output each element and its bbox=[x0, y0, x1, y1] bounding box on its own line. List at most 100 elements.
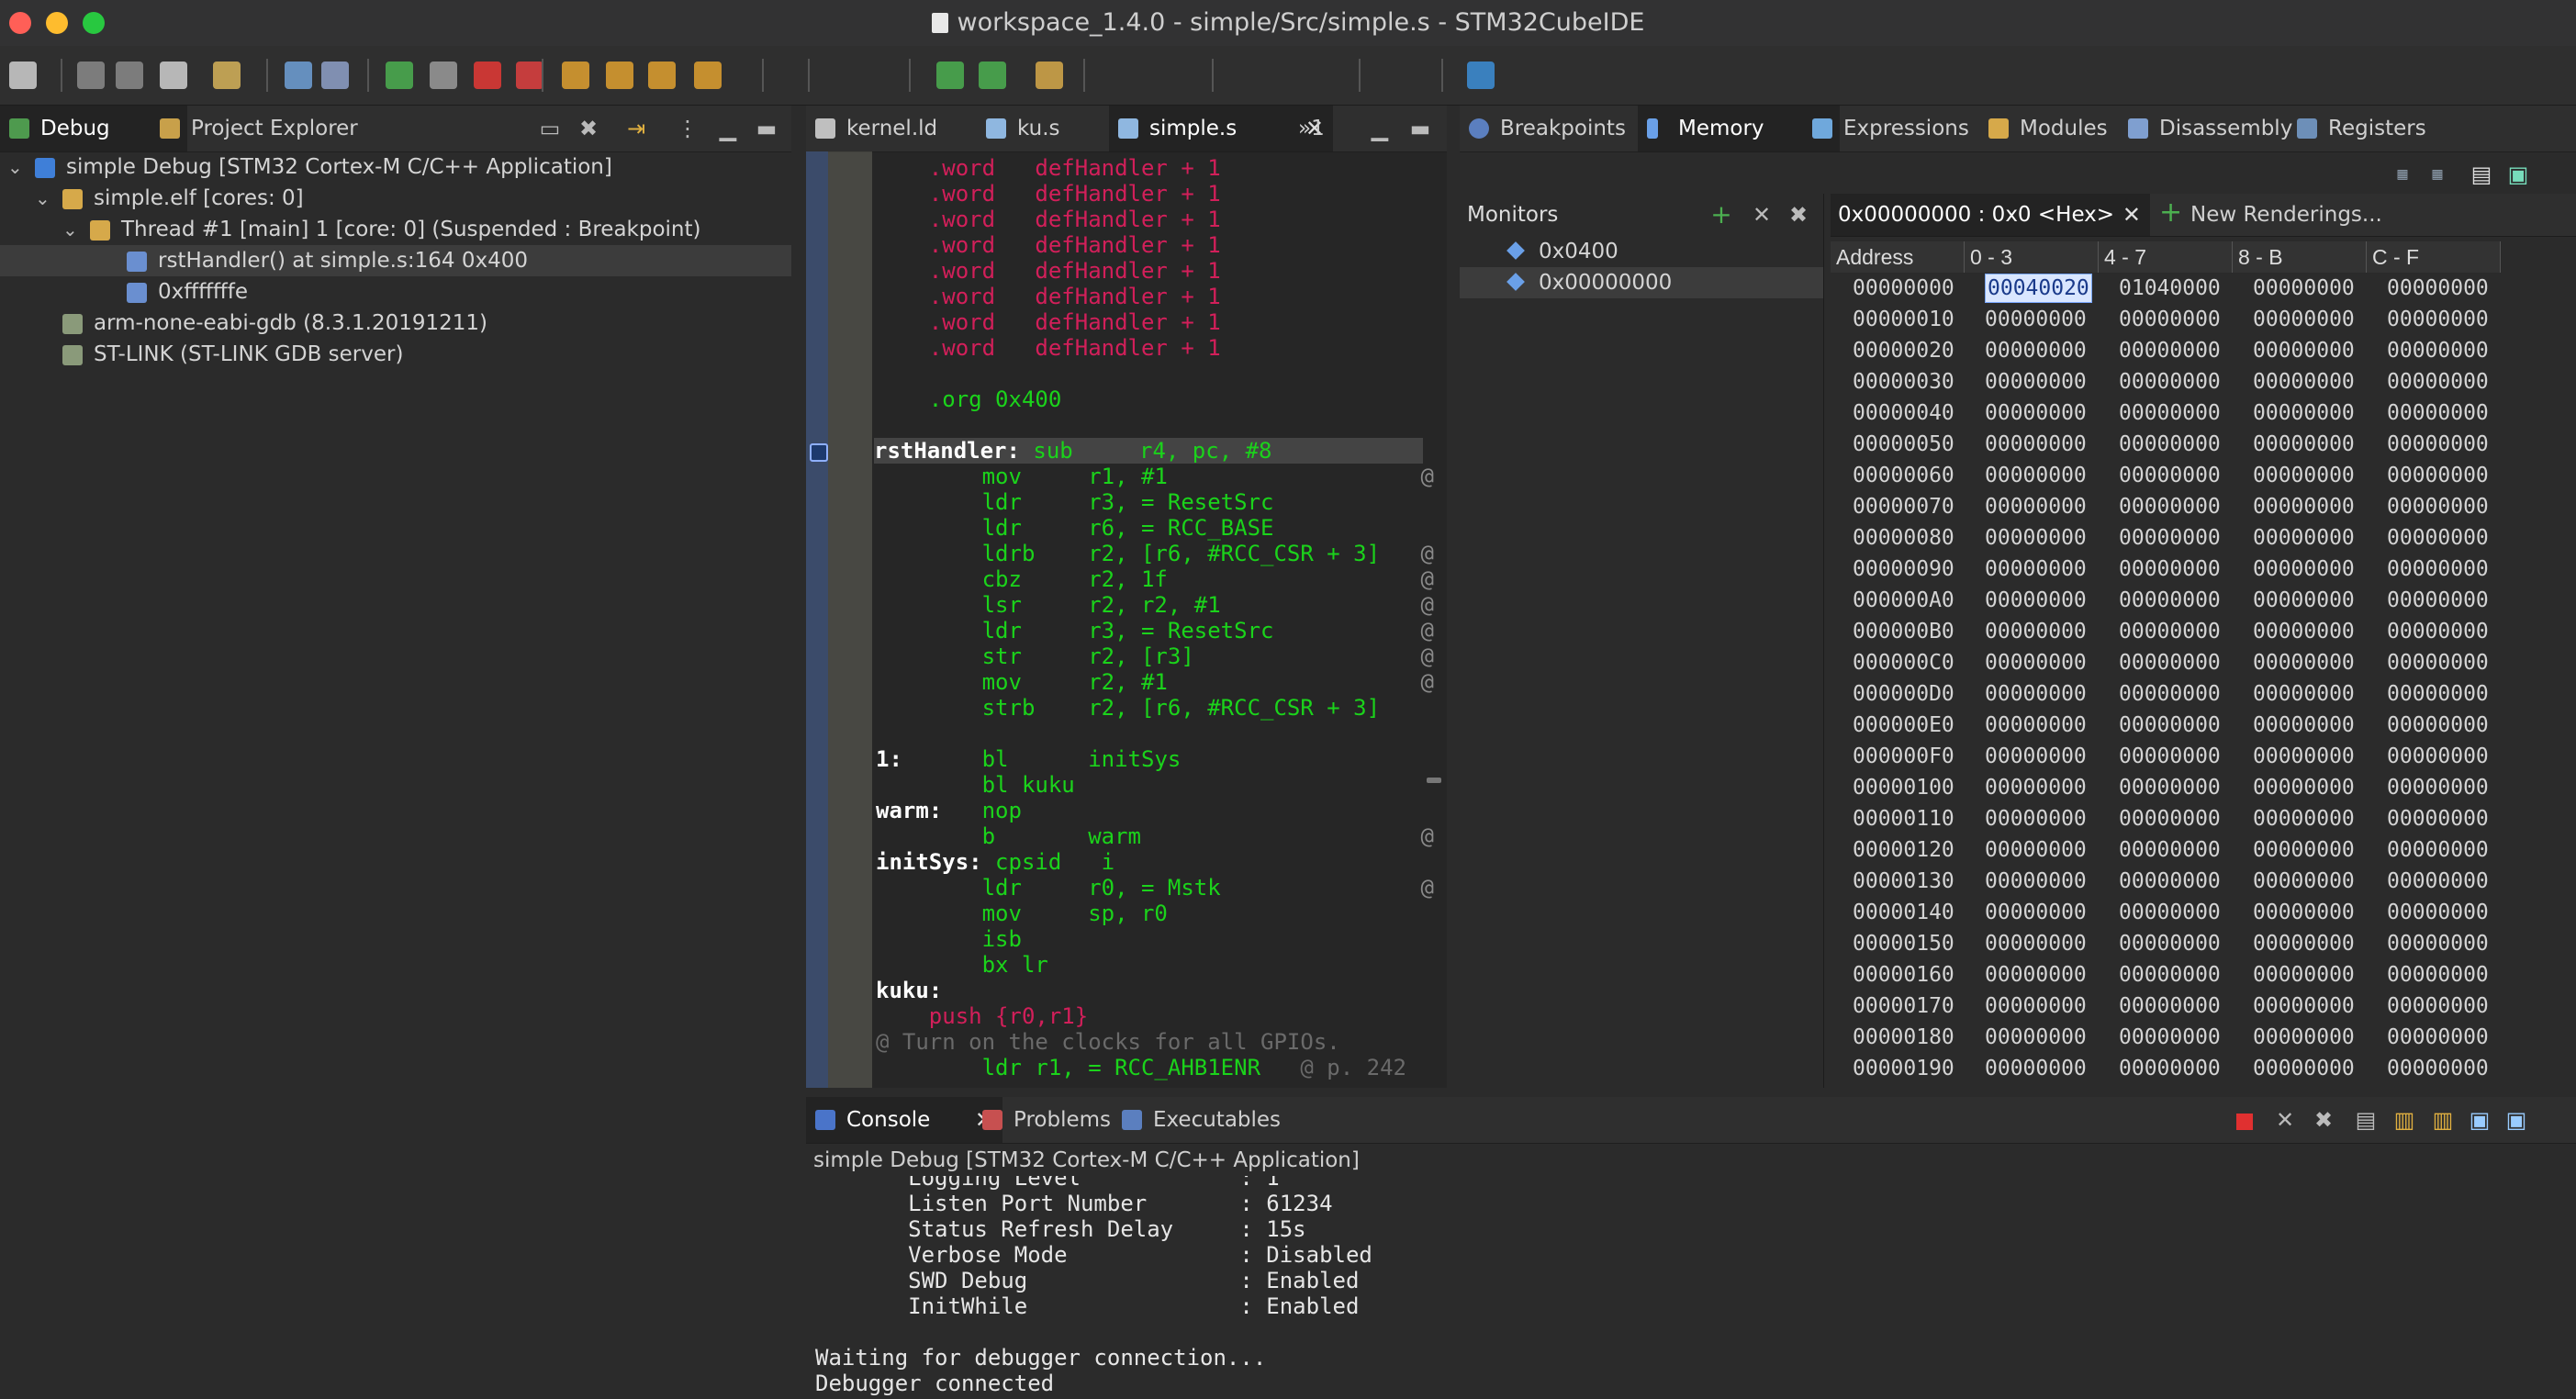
memory-value-cell[interactable]: 00000000 bbox=[2253, 273, 2355, 304]
step-over-icon[interactable]: step-over-icon bbox=[606, 62, 633, 89]
code-line[interactable]: rstHandler: sub r4, pc, #8 bbox=[874, 438, 1423, 464]
memory-value-cell[interactable]: 00000000 bbox=[1985, 1022, 2087, 1053]
memory-column-header[interactable]: 0 - 3 bbox=[1965, 241, 2099, 273]
memory-value-cell[interactable]: 00000000 bbox=[2387, 397, 2489, 429]
step-into-icon[interactable]: step-into-icon bbox=[562, 62, 589, 89]
memory-value-cell[interactable]: 00000000 bbox=[2119, 554, 2221, 585]
code-line[interactable]: .word defHandler + 1 bbox=[876, 309, 1221, 335]
memory-value-cell[interactable]: 00000000 bbox=[1985, 959, 2087, 990]
tab-executables[interactable]: Executables bbox=[1113, 1097, 1318, 1143]
memory-value-cell[interactable]: 00000000 bbox=[2387, 585, 2489, 616]
memory-value-cell[interactable]: 00000000 bbox=[2387, 834, 2489, 866]
code-line[interactable]: ldr r3, = ResetSrc bbox=[876, 489, 1274, 515]
refresh-icon[interactable]: refresh-icon bbox=[213, 62, 241, 89]
breakpoint-skip-icon[interactable]: breakpoint-skip-icon bbox=[321, 62, 349, 89]
memory-value-cell[interactable]: 00000000 bbox=[2387, 741, 2489, 772]
memory-value-cell[interactable]: 00000000 bbox=[2119, 522, 2221, 554]
memory-value-cell[interactable]: 00000000 bbox=[2253, 678, 2355, 710]
memory-value-cell[interactable]: 00000000 bbox=[2253, 1022, 2355, 1053]
memory-value-cell[interactable]: 00000000 bbox=[2387, 460, 2489, 491]
memory-value-cell[interactable]: 00000000 bbox=[1985, 554, 2087, 585]
new-icon[interactable]: new-icon bbox=[9, 62, 37, 89]
memory-value-cell[interactable]: 00000000 bbox=[2253, 959, 2355, 990]
memory-value-cell[interactable]: 00000000 bbox=[2119, 772, 2221, 803]
memory-value-cell[interactable]: 00000000 bbox=[2119, 866, 2221, 897]
import-icon[interactable]: ▣ bbox=[2506, 162, 2530, 186]
code-line[interactable]: .word defHandler + 1 bbox=[876, 181, 1221, 207]
memory-value-cell[interactable]: 00000000 bbox=[1985, 429, 2087, 460]
instruction-stepping-icon[interactable]: ⇥ bbox=[624, 117, 648, 140]
run-icon[interactable]: run-icon bbox=[936, 62, 964, 89]
scroll-lock-icon[interactable]: ▥ bbox=[2392, 1108, 2416, 1132]
memory-value-cell[interactable]: 00000000 bbox=[1985, 1053, 2087, 1084]
memory-value-cell[interactable]: 00000000 bbox=[2253, 397, 2355, 429]
terminate-icon[interactable]: terminate-icon bbox=[474, 62, 501, 89]
console-output[interactable]: Logging Level : 1 Listen Port Number : 6… bbox=[806, 1176, 2576, 1399]
memory-value-cell[interactable]: 00000000 bbox=[2253, 741, 2355, 772]
memory-value-cell[interactable]: 00000000 bbox=[2253, 585, 2355, 616]
memory-value-cell[interactable]: 00000000 bbox=[2387, 647, 2489, 678]
memory-value-cell[interactable]: 00000000 bbox=[2253, 928, 2355, 959]
code-line[interactable]: mov sp, r0 bbox=[876, 901, 1168, 926]
memory-value-cell[interactable]: 00000000 bbox=[2119, 429, 2221, 460]
memory-value-cell[interactable]: 00000000 bbox=[1985, 866, 2087, 897]
debug-tree-item[interactable]: ⌄ simple Debug [STM32 Cortex-M C/C++ Appl… bbox=[0, 151, 791, 183]
memory-value-cell[interactable]: 00000000 bbox=[1985, 928, 2087, 959]
memory-value-cell[interactable]: 00000000 bbox=[2253, 647, 2355, 678]
maximize-icon[interactable]: ▬ bbox=[1408, 117, 1432, 140]
memory-value-cell[interactable]: 00000000 bbox=[1985, 397, 2087, 429]
memory-value-cell[interactable]: 00000000 bbox=[2119, 959, 2221, 990]
code-line[interactable]: ldr r1, = RCC_AHB1ENR @ p. 242 bbox=[876, 1055, 1406, 1080]
maximize-icon[interactable]: ▬ bbox=[755, 117, 778, 140]
memory-value-cell[interactable]: 00000000 bbox=[2253, 1053, 2355, 1084]
memory-value-cell[interactable]: 00000000 bbox=[2253, 335, 2355, 366]
memory-value-cell[interactable]: 00000000 bbox=[2387, 616, 2489, 647]
memory-value-cell[interactable]: 00000000 bbox=[1985, 803, 2087, 834]
chevron-down-icon[interactable]: ⌄ bbox=[35, 183, 53, 214]
toggle-memory-monitors-icon[interactable]: ▦ bbox=[2391, 162, 2414, 186]
memory-value-cell[interactable]: 00000000 bbox=[1985, 335, 2087, 366]
memory-value-cell[interactable]: 00000000 bbox=[1985, 897, 2087, 928]
memory-value-cell[interactable]: 00000000 bbox=[2253, 834, 2355, 866]
remove-all-monitors-icon[interactable]: ✖ bbox=[1786, 203, 1810, 227]
memory-value-cell[interactable]: 00000000 bbox=[2387, 304, 2489, 335]
save-all-icon[interactable]: save-all-icon bbox=[116, 62, 143, 89]
code-line[interactable]: lsr r2, r2, #1 bbox=[876, 592, 1221, 618]
code-line[interactable]: .word defHandler + 1 bbox=[876, 335, 1221, 361]
word-wrap-icon[interactable]: ▥ bbox=[2431, 1108, 2455, 1132]
memory-column-header[interactable]: 8 - B bbox=[2233, 241, 2367, 273]
memory-column-header[interactable]: C - F bbox=[2367, 241, 2501, 273]
code-line[interactable]: b warm bbox=[876, 823, 1141, 849]
memory-value-cell[interactable]: 00000000 bbox=[1985, 834, 2087, 866]
monitor-item[interactable]: 0x00000000 bbox=[1460, 267, 1823, 298]
memory-value-cell[interactable]: 00000000 bbox=[2253, 460, 2355, 491]
memory-column-header[interactable]: Address bbox=[1831, 241, 1965, 273]
code-line[interactable]: ldr r0, = Mstk bbox=[876, 875, 1221, 901]
memory-value-cell[interactable]: 00000000 bbox=[2119, 1022, 2221, 1053]
external-tools-icon[interactable]: external-tools-icon bbox=[1036, 62, 1063, 89]
code-line[interactable]: str r2, [r3] bbox=[876, 644, 1194, 669]
memory-value-cell[interactable]: 00000000 bbox=[2253, 803, 2355, 834]
memory-value-cell[interactable]: 00000000 bbox=[2119, 678, 2221, 710]
code-line[interactable]: bx lr bbox=[876, 952, 1048, 978]
code-line[interactable]: kuku: bbox=[876, 978, 942, 1003]
memory-value-cell[interactable]: 00000000 bbox=[2387, 866, 2489, 897]
code-line[interactable]: mov r2, #1 bbox=[876, 669, 1168, 695]
memory-value-cell[interactable]: 00000000 bbox=[2387, 678, 2489, 710]
memory-value-cell[interactable]: 00000000 bbox=[2253, 897, 2355, 928]
resume-icon[interactable]: resume-icon bbox=[386, 62, 413, 89]
tab-registers[interactable]: Registers bbox=[2288, 106, 2484, 151]
export-icon[interactable]: ▤ bbox=[2470, 162, 2493, 186]
memory-value-cell[interactable]: 00000000 bbox=[1985, 366, 2087, 397]
memory-value-cell[interactable]: 00000000 bbox=[2119, 304, 2221, 335]
code-line[interactable]: mov r1, #1 bbox=[876, 464, 1168, 489]
remove-launch-icon[interactable]: ✕ bbox=[2273, 1108, 2297, 1132]
instruction-step-icon[interactable]: instruction-step-icon bbox=[694, 62, 722, 89]
memory-value-cell[interactable]: 00000000 bbox=[2387, 897, 2489, 928]
memory-value-cell[interactable]: 00000000 bbox=[2253, 429, 2355, 460]
code-line[interactable]: initSys: cpsid i bbox=[876, 849, 1114, 875]
memory-value-cell[interactable]: 00000000 bbox=[2253, 522, 2355, 554]
code-line[interactable]: bl kuku bbox=[876, 772, 1075, 798]
memory-value-cell[interactable]: 00000000 bbox=[2119, 1053, 2221, 1084]
memory-value-cell[interactable]: 00000000 bbox=[2387, 522, 2489, 554]
